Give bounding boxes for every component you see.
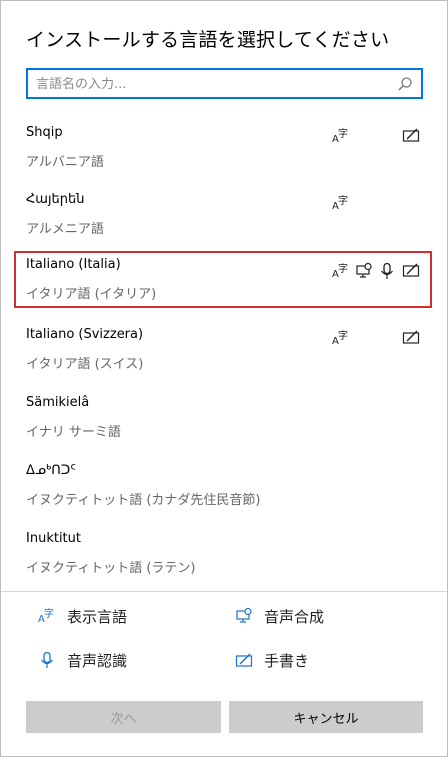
display-language-icon: A字 — [332, 127, 350, 145]
handwriting-icon — [402, 126, 420, 144]
language-list[interactable]: Shqip アルバニア語 A字 Հայերեն アルメニア語 A字 Italia… — [1, 119, 447, 590]
speech-synthesis-icon — [355, 262, 373, 280]
svg-text:字: 字 — [338, 127, 348, 140]
svg-text:字: 字 — [338, 194, 348, 207]
language-native-name: Inuktitut — [26, 531, 81, 546]
cancel-button[interactable]: キャンセル — [229, 701, 423, 733]
search-box[interactable] — [26, 68, 423, 99]
language-localized-name: イヌクティトット語 (ラテン) — [26, 561, 196, 576]
language-list-item-selected[interactable]: Italiano (Italia) イタリア語 (イタリア) A字 — [14, 251, 432, 308]
svg-text:字: 字 — [338, 262, 348, 275]
legend-divider — [1, 591, 447, 592]
search-input[interactable] — [36, 74, 396, 94]
language-list-item[interactable]: Հայերեն アルメニア語 A字 — [14, 188, 432, 245]
svg-text:字: 字 — [44, 607, 54, 620]
legend-label: 表示言語 — [67, 608, 128, 626]
legend-label: 音声認識 — [67, 652, 128, 670]
display-language-icon: A字 — [332, 329, 350, 347]
language-localized-name: イヌクティトット語 (カナダ先住民音節) — [26, 493, 261, 508]
next-button[interactable]: 次へ — [26, 701, 221, 733]
display-language-icon: A字 — [332, 262, 350, 280]
language-picker-dialog: インストールする言語を選択してください Shqip アルバニア語 A字 Հայե… — [0, 0, 448, 757]
language-localized-name: アルバニア語 — [26, 155, 104, 170]
display-language-icon: A字 — [332, 194, 350, 212]
legend-label: 音声合成 — [264, 608, 325, 626]
language-native-name: Italiano (Svizzera) — [26, 327, 144, 342]
language-list-item[interactable]: Shqip アルバニア語 A字 — [14, 121, 432, 178]
handwriting-icon — [402, 261, 420, 279]
language-list-item[interactable]: Inuktitut イヌクティトット語 (ラテン) — [14, 527, 432, 584]
language-list-item[interactable]: ᐃᓄᒃᑎᑐᑦ イヌクティトット語 (カナダ先住民音節) — [14, 459, 432, 516]
language-list-item[interactable]: Sämikielâ イナリ サーミ語 — [14, 391, 432, 448]
language-localized-name: アルメニア語 — [26, 222, 104, 237]
handwriting-icon — [402, 328, 420, 346]
speech-recognition-icon — [38, 651, 56, 669]
language-localized-name: イタリア語 (スイス) — [26, 357, 144, 372]
search-icon[interactable] — [397, 76, 413, 92]
handwriting-icon — [235, 651, 253, 669]
language-native-name: Shqip — [26, 125, 63, 140]
language-native-name: Sämikielâ — [26, 395, 90, 410]
language-list-item[interactable]: Italiano (Svizzera) イタリア語 (スイス) A字 — [14, 323, 432, 380]
language-native-name: Italiano (Italia) — [26, 257, 121, 272]
language-native-name: Հայերեն — [26, 192, 85, 207]
dialog-title: インストールする言語を選択してください — [26, 29, 390, 51]
language-native-name: ᐃᓄᒃᑎᑐᑦ — [26, 463, 76, 478]
svg-text:字: 字 — [338, 329, 348, 342]
speech-synthesis-icon — [235, 607, 253, 625]
speech-recognition-icon — [378, 262, 396, 280]
legend-label: 手書き — [264, 652, 310, 670]
language-localized-name: イナリ サーミ語 — [26, 425, 121, 440]
language-localized-name: イタリア語 (イタリア) — [26, 287, 157, 302]
display-language-icon: A字 — [38, 607, 56, 625]
